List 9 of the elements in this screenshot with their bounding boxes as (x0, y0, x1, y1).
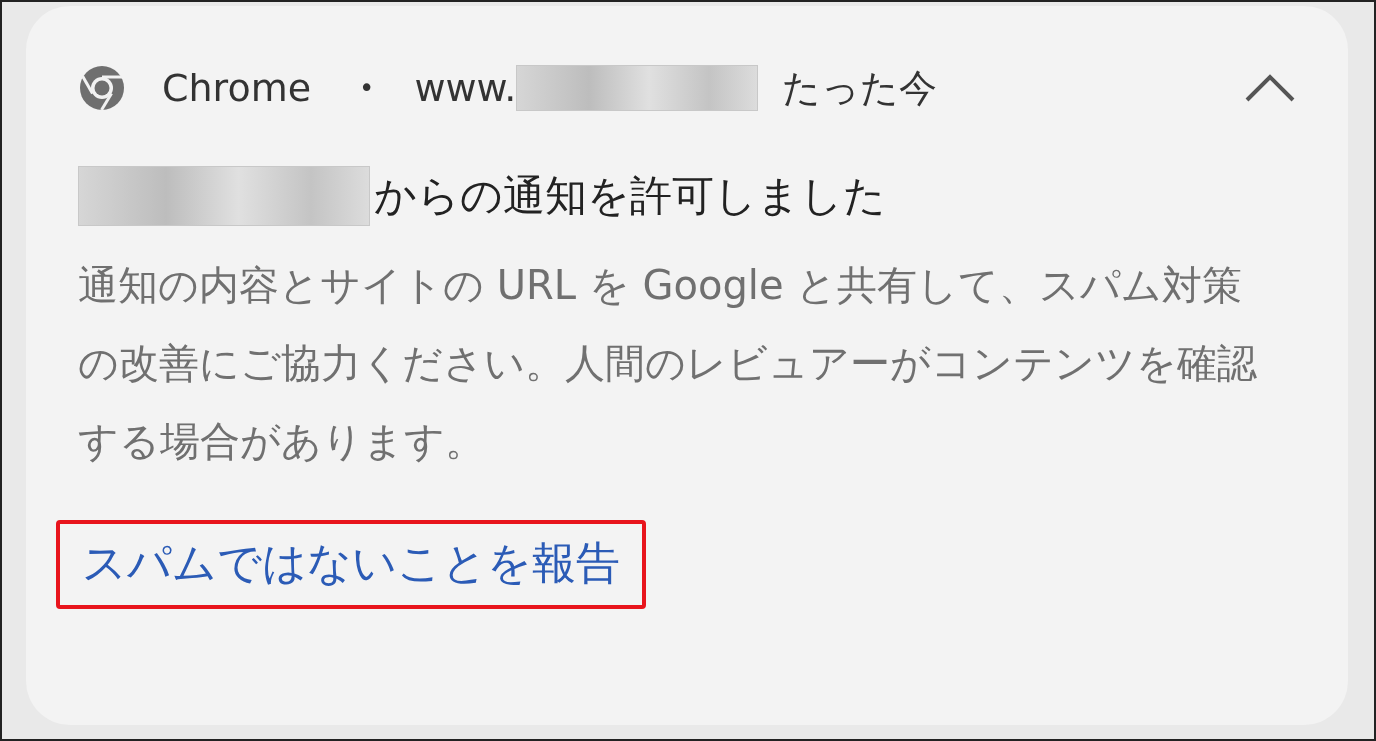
app-name: Chrome (162, 66, 312, 110)
report-link[interactable]: スパムではないことを報告 (56, 520, 646, 609)
notification-title: からの通知を許可しました (374, 170, 886, 222)
separator-dot: • (359, 73, 375, 103)
caret-icon[interactable] (1244, 73, 1296, 103)
timestamp: たった今 (782, 64, 938, 112)
browser-icon (78, 64, 126, 112)
notification-body: 通知の内容とサイトの URL を Google と共有して、スパム対策の改善にご協力ください。人間のレビュアーがコンテンツを確認する場合があります。 (78, 261, 1258, 466)
site-address: www. (414, 66, 517, 110)
